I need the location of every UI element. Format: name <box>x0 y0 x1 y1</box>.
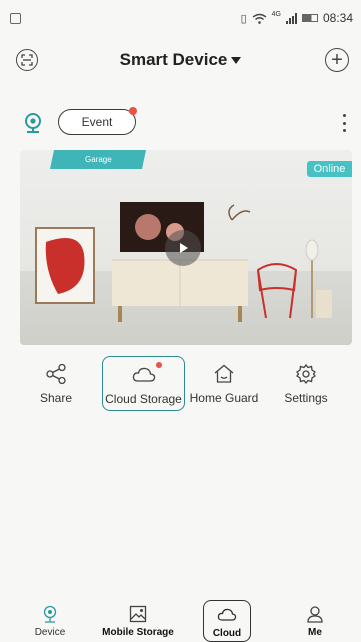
notification-icon <box>10 12 21 24</box>
device-selector[interactable]: Smart Device <box>120 50 242 70</box>
app-header: Smart Device + <box>0 40 361 80</box>
network-type: 4G <box>271 11 281 18</box>
gear-icon <box>294 362 318 386</box>
scan-button[interactable] <box>16 49 38 71</box>
wifi-icon <box>252 13 267 24</box>
status-bar: ▯ 4G 08:34 <box>0 0 361 36</box>
chevron-down-icon <box>231 56 242 64</box>
person-icon <box>305 604 325 624</box>
tab-cloud[interactable]: Cloud <box>203 600 251 642</box>
tab-me[interactable]: Me <box>294 600 336 642</box>
camera-icon[interactable] <box>22 112 44 134</box>
status-icons: ▯ 4G 08:34 <box>241 11 353 25</box>
event-button[interactable]: Event <box>58 107 137 135</box>
device-icon <box>40 604 60 624</box>
play-button[interactable] <box>165 230 201 266</box>
tab-device-label: Device <box>34 627 66 638</box>
garage-label: Garage <box>84 155 112 164</box>
vibrate-icon: ▯ <box>240 12 247 25</box>
page-title: Smart Device <box>119 50 228 69</box>
quick-actions: Share Cloud Storage Home Guard Settings <box>28 356 348 411</box>
camera-row: Event <box>0 106 361 140</box>
cloud-icon <box>132 363 156 387</box>
tab-mobile-storage-label: Mobile Storage <box>102 627 174 638</box>
add-device-button[interactable]: + <box>325 48 349 72</box>
notification-dot <box>156 362 162 368</box>
image-icon <box>128 604 148 624</box>
home-guard-button[interactable]: Home Guard <box>188 356 260 411</box>
play-icon <box>180 243 188 253</box>
bottom-tab-bar: Device Mobile Storage Cloud Me <box>0 600 361 642</box>
home-icon <box>212 362 236 386</box>
tab-me-label: Me <box>308 627 322 638</box>
tab-device[interactable]: Device <box>26 600 74 642</box>
settings-label: Settings <box>284 391 328 405</box>
more-options-icon[interactable] <box>341 114 347 132</box>
settings-button[interactable]: Settings <box>276 356 336 411</box>
home-guard-label: Home Guard <box>189 391 259 405</box>
notification-dot <box>129 107 137 115</box>
cloud-icon <box>217 605 237 625</box>
garage-tag: Garage <box>49 150 147 169</box>
tab-mobile-storage[interactable]: Mobile Storage <box>98 600 178 642</box>
battery-icon <box>301 14 318 22</box>
share-button[interactable]: Share <box>28 356 84 411</box>
event-label: Event <box>81 115 113 129</box>
signal-icon <box>285 12 297 24</box>
share-icon <box>44 362 68 386</box>
cloud-storage-label: Cloud Storage <box>105 392 182 406</box>
clock: 08:34 <box>322 11 353 25</box>
online-badge: Online <box>307 161 352 177</box>
online-label: Online <box>313 163 346 175</box>
tab-cloud-label: Cloud <box>212 628 242 639</box>
scan-icon <box>21 54 33 66</box>
plus-icon: + <box>331 49 343 71</box>
cloud-storage-button[interactable]: Cloud Storage <box>102 356 185 411</box>
share-label: Share <box>39 391 73 405</box>
